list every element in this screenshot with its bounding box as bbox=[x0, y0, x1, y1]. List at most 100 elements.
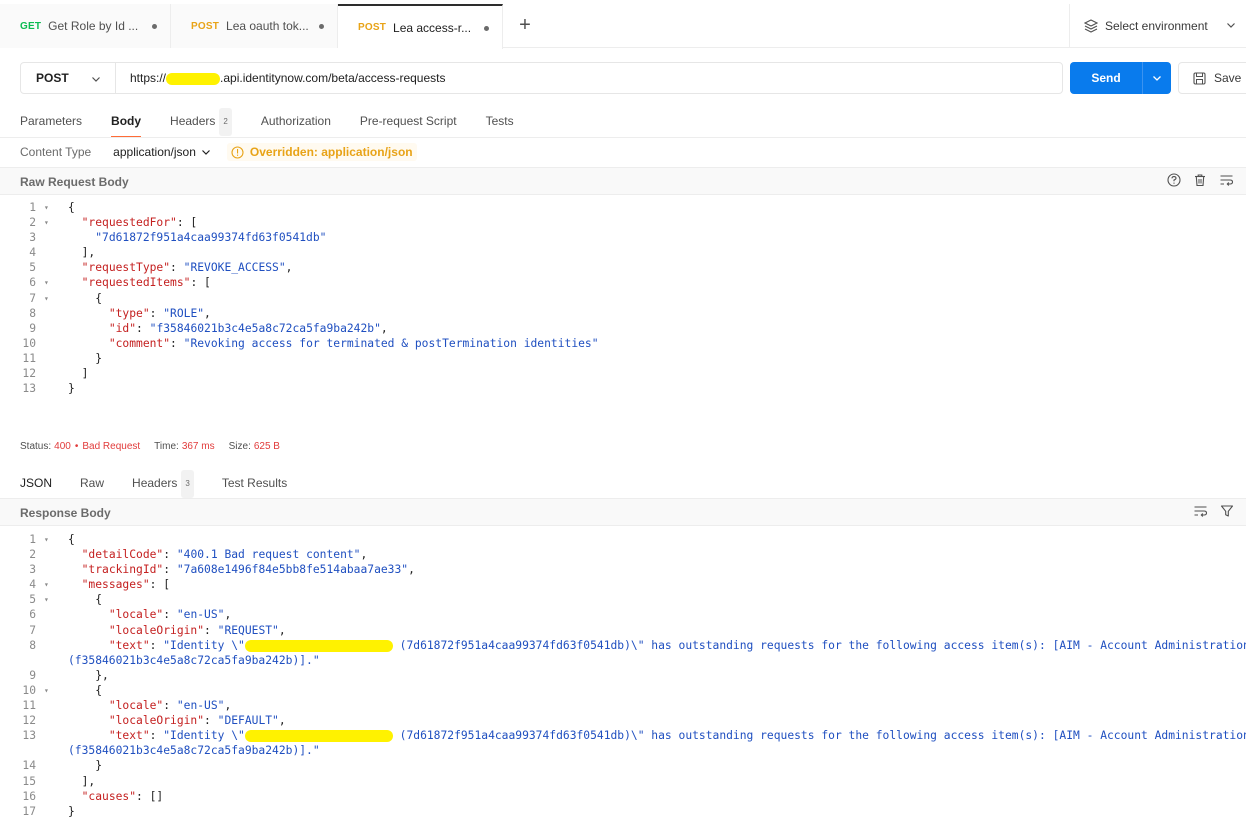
tab-pre-request-script[interactable]: Pre-request Script bbox=[360, 108, 457, 138]
code-text: "type": "ROLE", bbox=[108, 306, 211, 320]
code-line: 10 "comment": "Revoking access for termi… bbox=[0, 336, 1246, 351]
layers-icon bbox=[1084, 19, 1098, 33]
code-text: { bbox=[68, 201, 75, 214]
code-line: 11 } bbox=[0, 351, 1246, 366]
method-value: POST bbox=[36, 71, 69, 85]
code-line: 8 "type": "ROLE", bbox=[0, 306, 1246, 321]
code-text: "messages": [ bbox=[81, 578, 171, 592]
fold-toggle-icon[interactable]: ▾ bbox=[44, 215, 49, 230]
fold-toggle-icon[interactable]: ▾ bbox=[44, 532, 49, 547]
request-tab-get-role[interactable]: GET Get Role by Id ... bbox=[0, 4, 171, 48]
method-select[interactable]: POST bbox=[21, 63, 116, 93]
code-text: }, bbox=[68, 668, 109, 682]
tab-label: Raw bbox=[80, 476, 105, 490]
code-line: 1 ▾ { bbox=[0, 200, 1246, 215]
code-line: 14 } bbox=[0, 758, 1246, 773]
tab-label: Lea access-r... bbox=[393, 20, 472, 35]
line-number: 1 bbox=[29, 201, 36, 214]
fold-toggle-icon[interactable]: ▾ bbox=[44, 200, 49, 215]
code-line: 5 "requestType": "REVOKE_ACCESS", bbox=[0, 260, 1246, 275]
code-line: 6 ▾ "requestedItems": [ bbox=[0, 275, 1246, 290]
line-number: 5 bbox=[29, 593, 36, 607]
code-line: 16 "causes": [] bbox=[0, 789, 1246, 804]
tab-label: Parameters bbox=[20, 114, 83, 128]
chevron-down-icon[interactable] bbox=[1143, 73, 1171, 83]
request-body-editor[interactable]: 1 ▾{2 ▾ "requestedFor": [3 "7d61872f951a4c… bbox=[0, 200, 1246, 396]
tab-tests[interactable]: Tests bbox=[486, 108, 514, 138]
line-number: 13 bbox=[22, 729, 36, 743]
url-prefix: https:// bbox=[130, 71, 167, 85]
tab-test-results[interactable]: Test Results bbox=[222, 470, 287, 500]
time-label: Time: bbox=[154, 441, 179, 452]
line-number: 3 bbox=[29, 231, 36, 245]
code-line: 1 ▾ { bbox=[0, 532, 1246, 547]
fold-toggle-icon[interactable]: ▾ bbox=[44, 577, 49, 592]
line-number: 6 bbox=[29, 276, 36, 290]
wrap-lines-icon[interactable] bbox=[1193, 504, 1208, 518]
code-text: { bbox=[68, 593, 103, 607]
request-tab-oauth-token[interactable]: POST Lea oauth tok... bbox=[171, 4, 338, 48]
code-text: "7d61872f951a4caa99374fd63f0541db" bbox=[95, 231, 327, 245]
response-body-title: Response Body bbox=[20, 506, 111, 520]
line-number: 15 bbox=[22, 774, 36, 788]
filter-icon[interactable] bbox=[1220, 504, 1234, 518]
code-line: 7 "localeOrigin": "REQUEST", bbox=[0, 623, 1246, 638]
line-number: 12 bbox=[22, 714, 36, 728]
request-tab-access-requests[interactable]: POST Lea access-r... bbox=[338, 4, 503, 49]
tab-authorization[interactable]: Authorization bbox=[261, 108, 331, 138]
save-label: Save bbox=[1214, 71, 1242, 85]
tab-label: Body bbox=[111, 114, 142, 128]
code-text: { bbox=[68, 683, 103, 697]
response-body-viewer[interactable]: 1 ▾ {2 "detailCode": "400.1 Bad request co… bbox=[0, 532, 1246, 819]
url-input[interactable]: https:// .api.identitynow.com/beta/access… bbox=[116, 63, 445, 93]
chevron-down-icon bbox=[1226, 19, 1236, 33]
code-text: (f35846021b3c4e5a8c72ca5fa9ba242b)]." bbox=[68, 744, 320, 758]
environment-selector[interactable]: Select environment bbox=[1069, 4, 1246, 48]
fold-toggle-icon[interactable]: ▾ bbox=[44, 291, 49, 306]
unsaved-dot-icon bbox=[484, 26, 489, 31]
save-button[interactable]: Save bbox=[1178, 62, 1246, 94]
send-button[interactable]: Send bbox=[1070, 62, 1171, 94]
redaction-mark bbox=[166, 72, 221, 85]
wrap-lines-icon[interactable] bbox=[1219, 173, 1234, 187]
code-line: 8 "text": "Identity \" (7d61872f951a4caa… bbox=[0, 638, 1246, 653]
code-text: } bbox=[68, 351, 103, 365]
trash-icon[interactable] bbox=[1193, 173, 1207, 187]
tab-response-headers[interactable]: Headers 3 bbox=[132, 470, 194, 500]
redaction-mark bbox=[244, 730, 393, 743]
save-icon bbox=[1193, 71, 1206, 85]
code-text: "id": "f35846021b3c4e5a8c72ca5fa9ba242b"… bbox=[108, 321, 388, 335]
tab-parameters[interactable]: Parameters bbox=[20, 108, 82, 138]
content-type-row: Content Type application/json Overridden… bbox=[20, 142, 417, 162]
tab-label: Tests bbox=[485, 114, 514, 128]
line-number: 12 bbox=[22, 367, 36, 381]
code-text: { bbox=[68, 291, 103, 305]
tab-label: Headers bbox=[132, 476, 178, 490]
tab-body[interactable]: Body bbox=[111, 108, 142, 138]
tab-json[interactable]: JSON bbox=[20, 470, 53, 500]
content-type-select[interactable]: application/json bbox=[113, 145, 211, 159]
size-value: 625 B bbox=[253, 441, 280, 452]
fold-toggle-icon[interactable]: ▾ bbox=[44, 592, 49, 607]
line-number: 7 bbox=[29, 623, 36, 637]
code-text: } bbox=[68, 759, 103, 773]
line-number: 7 bbox=[29, 291, 36, 305]
line-number: 2 bbox=[29, 548, 36, 562]
line-number: 3 bbox=[29, 563, 36, 577]
response-status: Status: 400 • Bad Request Time: 367 ms S… bbox=[20, 441, 280, 452]
code-text: "trackingId": "7a608e1496f84e5bb8fe514ab… bbox=[81, 563, 415, 577]
tab-headers[interactable]: Headers 2 bbox=[170, 108, 232, 138]
send-label: Send bbox=[1091, 71, 1121, 85]
new-tab-button[interactable]: + bbox=[512, 12, 538, 38]
fold-toggle-icon[interactable]: ▾ bbox=[44, 275, 49, 290]
fold-toggle-icon[interactable]: ▾ bbox=[44, 683, 49, 698]
code-line: 13 "text": "Identity \" (7d61872f951a4ca… bbox=[0, 728, 1246, 743]
code-line: 7 ▾ { bbox=[0, 291, 1246, 306]
tab-raw[interactable]: Raw bbox=[80, 470, 104, 500]
line-number: 8 bbox=[29, 638, 36, 652]
status-label: Status: bbox=[20, 441, 52, 452]
line-number: 9 bbox=[29, 668, 36, 682]
code-line: 5 ▾ { bbox=[0, 592, 1246, 607]
help-icon[interactable] bbox=[1167, 173, 1181, 187]
code-text: "detailCode": "400.1 Bad request content… bbox=[81, 548, 368, 562]
